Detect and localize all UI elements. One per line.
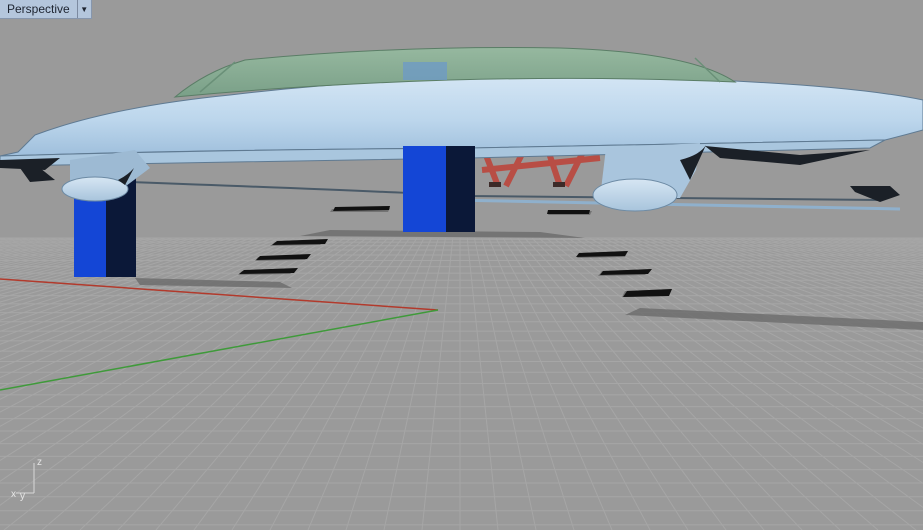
axis-y-label: y — [20, 491, 25, 502]
scene-canvas[interactable] — [0, 0, 923, 530]
perspective-viewport[interactable]: Perspective ▼ z x y — [0, 0, 923, 530]
canopy-window-highlight — [403, 62, 447, 80]
axis-z-label: z — [37, 457, 42, 468]
viewport-title[interactable]: Perspective — [0, 0, 77, 18]
viewport-title-tab[interactable]: Perspective ▼ — [0, 0, 92, 19]
dropdown-arrow-icon[interactable]: ▼ — [78, 0, 91, 18]
support-column-center — [403, 146, 475, 232]
axis-x-label: x — [11, 489, 16, 500]
axis-orientation-widget: z x y — [11, 457, 42, 502]
